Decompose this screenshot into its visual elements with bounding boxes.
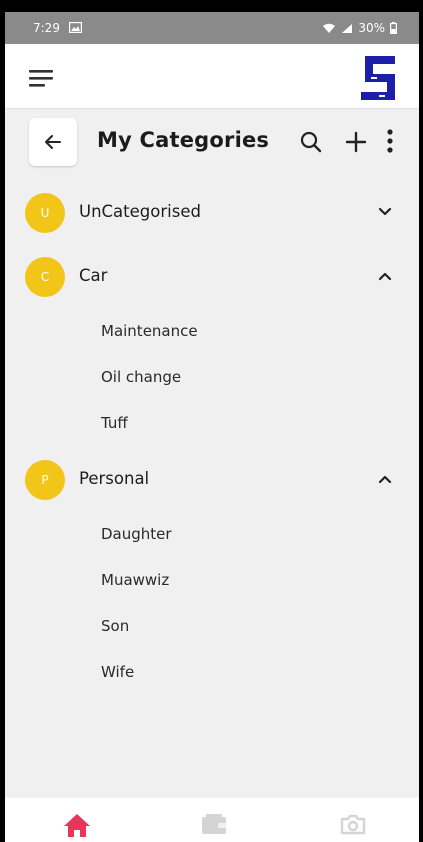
subcategory-tuff[interactable]: Tuff: [101, 414, 128, 432]
add-icon[interactable]: [345, 131, 367, 153]
bottom-navigation: [5, 798, 419, 842]
app-logo: [361, 56, 395, 100]
chevron-up-icon[interactable]: [377, 270, 393, 282]
category-name: Car: [79, 266, 108, 285]
subcategory-maintenance[interactable]: Maintenance: [101, 322, 198, 340]
subcategory-oil-change[interactable]: Oil change: [101, 368, 181, 386]
menu-icon[interactable]: [27, 66, 55, 90]
wifi-icon: [323, 23, 336, 33]
category-row-personal[interactable]: P Personal: [25, 456, 399, 504]
status-time: 7:29: [33, 21, 60, 35]
battery-percent: 30%: [358, 21, 385, 35]
page-header: My Categories: [5, 112, 419, 174]
category-avatar: P: [25, 460, 65, 500]
app-bar: [5, 44, 419, 109]
subcategory-muawwiz[interactable]: Muawwiz: [101, 571, 169, 589]
category-name: Personal: [79, 469, 150, 488]
chevron-down-icon[interactable]: [377, 206, 393, 218]
chevron-up-icon[interactable]: [377, 473, 393, 485]
page-title: My Categories: [97, 128, 270, 152]
category-name: UnCategorised: [79, 202, 201, 221]
subcategory-wife[interactable]: Wife: [101, 663, 134, 681]
camera-icon[interactable]: [339, 812, 367, 836]
home-icon[interactable]: [63, 812, 91, 838]
category-avatar: C: [25, 257, 65, 297]
signal-icon: [342, 23, 353, 33]
wallet-icon[interactable]: [200, 812, 228, 836]
status-right: 30%: [322, 21, 397, 35]
back-button[interactable]: [29, 118, 77, 166]
phone-screen: 7:29 30% My Categories U UnCategorised C…: [5, 12, 419, 842]
subcategory-daughter[interactable]: Daughter: [101, 525, 172, 543]
status-bar: 7:29 30%: [5, 12, 419, 44]
search-icon[interactable]: [299, 130, 323, 154]
back-arrow-icon: [45, 135, 61, 149]
gallery-notification-icon: [69, 22, 82, 33]
more-options-icon[interactable]: [385, 128, 395, 154]
battery-icon: [390, 22, 397, 34]
subcategory-son[interactable]: Son: [101, 617, 129, 635]
category-row-car[interactable]: C Car: [25, 253, 399, 301]
category-avatar: U: [25, 193, 65, 233]
category-row-uncategorised[interactable]: U UnCategorised: [25, 189, 399, 237]
